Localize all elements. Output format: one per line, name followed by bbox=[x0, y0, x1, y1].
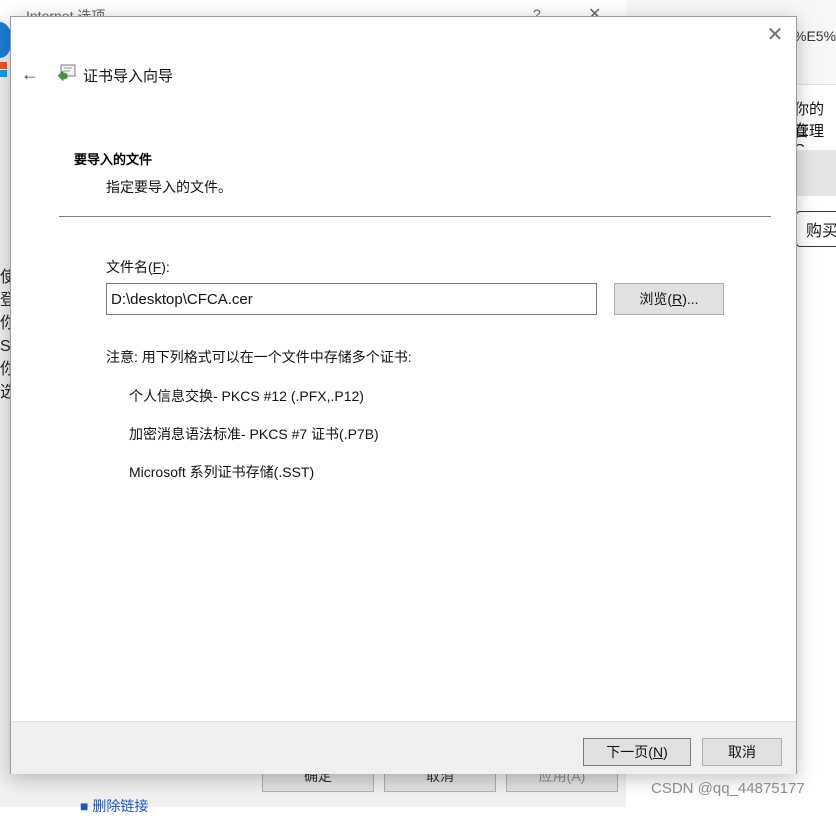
buy-button[interactable]: 购买 bbox=[796, 211, 836, 247]
format-note: 注意: 用下列格式可以在一个文件中存储多个证书: bbox=[106, 349, 412, 365]
browse-button[interactable]: 浏览(R)... bbox=[614, 283, 724, 315]
browse-button-accel: R bbox=[672, 291, 683, 307]
windows-logo-icon bbox=[0, 62, 8, 78]
section-subtitle: 指定要导入的文件。 bbox=[106, 179, 232, 195]
browser-url-fragment[interactable]: %E5% bbox=[794, 28, 836, 44]
dialog-footer: 下一页(N) 取消 bbox=[11, 721, 796, 774]
cancel-button[interactable]: 取消 bbox=[702, 738, 782, 766]
file-name-label-accel: F bbox=[152, 259, 162, 275]
file-name-label: 文件名(F): bbox=[106, 259, 170, 275]
file-name-input[interactable] bbox=[106, 283, 597, 315]
section-heading: 要导入的文件 bbox=[74, 152, 153, 167]
browser-band bbox=[796, 150, 836, 196]
next-button[interactable]: 下一页(N) bbox=[583, 738, 691, 766]
format-item: 加密消息语法标准- PKCS #7 证书(.P7B) bbox=[129, 426, 379, 442]
browse-button-label: 浏览 bbox=[639, 291, 668, 307]
format-item: 个人信息交换- PKCS #12 (.PFX,.P12) bbox=[129, 388, 364, 404]
next-button-label: 下一页 bbox=[606, 744, 649, 760]
dialog-title: 证书导入向导 bbox=[83, 68, 174, 85]
watermark: CSDN @qq_44875177 bbox=[651, 780, 805, 797]
certificate-import-wizard: ✕ ← 证书导入向导 要导入的文件 指定要导入的文件。 文件名(F): 浏览(R… bbox=[10, 16, 797, 774]
next-button-accel: N bbox=[652, 744, 664, 760]
header-divider bbox=[59, 216, 771, 217]
certificate-wizard-icon bbox=[57, 64, 76, 81]
back-arrow-icon[interactable]: ← bbox=[19, 63, 41, 85]
file-name-label-text: 文件名 bbox=[106, 259, 148, 275]
background-link[interactable]: ■ 删除链接 bbox=[80, 796, 148, 816]
format-item: Microsoft 系列证书存储(.SST) bbox=[129, 464, 315, 480]
close-icon[interactable]: ✕ bbox=[763, 23, 787, 47]
